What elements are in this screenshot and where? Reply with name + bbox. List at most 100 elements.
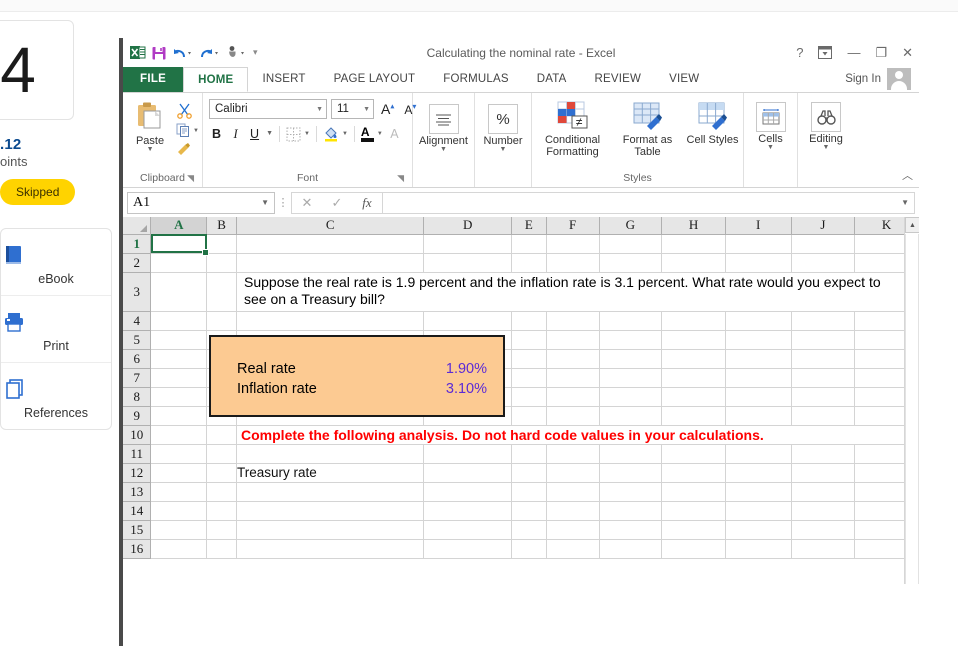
cell-I15[interactable]: [725, 520, 791, 539]
cell-F14[interactable]: [546, 501, 599, 520]
cell-A16[interactable]: [151, 539, 207, 558]
cell-I14[interactable]: [725, 501, 791, 520]
cell-I16[interactable]: [725, 539, 791, 558]
column-header-d[interactable]: D: [424, 217, 512, 234]
cell-F5[interactable]: [546, 330, 599, 349]
cell-I11[interactable]: [725, 444, 791, 463]
chevron-down-icon[interactable]: ▼: [500, 147, 507, 153]
cell-J9[interactable]: [791, 406, 855, 425]
italic-button[interactable]: I: [228, 127, 243, 142]
cell-E1[interactable]: [511, 234, 546, 253]
cell-G13[interactable]: [599, 482, 662, 501]
undo-icon[interactable]: [172, 45, 194, 61]
column-header-f[interactable]: F: [546, 217, 599, 234]
alignment-button[interactable]: Alignment ▼: [416, 104, 472, 153]
cell-B2[interactable]: [207, 253, 237, 272]
cell-A1[interactable]: [151, 234, 207, 253]
enter-formula-button[interactable]: ✓: [322, 195, 352, 211]
cell-J1[interactable]: [791, 234, 855, 253]
cell-E14[interactable]: [511, 501, 546, 520]
cell-I13[interactable]: [725, 482, 791, 501]
cell-F2[interactable]: [546, 253, 599, 272]
cell-B1[interactable]: [207, 234, 237, 253]
scrollbar-track[interactable]: [905, 234, 919, 609]
tab-insert[interactable]: INSERT: [248, 67, 319, 92]
cell-C15[interactable]: [237, 520, 424, 539]
cell-C3[interactable]: Suppose the real rate is 1.9 percent and…: [237, 272, 919, 311]
row-header-8[interactable]: 8: [123, 387, 151, 406]
cell-G16[interactable]: [599, 539, 662, 558]
cell-H12[interactable]: [662, 463, 726, 482]
chevron-down-icon[interactable]: ▼: [823, 145, 830, 151]
cell-C10[interactable]: Complete the following analysis. Do not …: [237, 425, 919, 444]
cell-A13[interactable]: [151, 482, 207, 501]
editing-button[interactable]: Editing ▼: [802, 102, 850, 151]
cell-D12-answer-input[interactable]: [424, 463, 512, 482]
redo-icon[interactable]: [199, 45, 221, 61]
tab-file[interactable]: FILE: [123, 67, 183, 92]
cell-G1[interactable]: [599, 234, 662, 253]
cell-I12[interactable]: [725, 463, 791, 482]
column-header-i[interactable]: I: [725, 217, 791, 234]
cell-I2[interactable]: [725, 253, 791, 272]
cell-J4[interactable]: [791, 311, 855, 330]
cell-I8[interactable]: [725, 387, 791, 406]
cell-F11[interactable]: [546, 444, 599, 463]
format-as-table-button[interactable]: Format as Table: [617, 100, 679, 158]
cell-B3[interactable]: [207, 272, 237, 311]
row-header-2[interactable]: 2: [123, 253, 151, 272]
cell-H11[interactable]: [662, 444, 726, 463]
chevron-down-icon[interactable]: ▼: [901, 198, 909, 207]
sign-in-area[interactable]: Sign In: [845, 68, 911, 90]
cell-F7[interactable]: [546, 368, 599, 387]
sidebar-item-references[interactable]: References: [1, 363, 111, 429]
cell-E6[interactable]: [511, 349, 546, 368]
cell-G6[interactable]: [599, 349, 662, 368]
cell-E7[interactable]: [511, 368, 546, 387]
cell-J14[interactable]: [791, 501, 855, 520]
cell-F1[interactable]: [546, 234, 599, 253]
cell-G15[interactable]: [599, 520, 662, 539]
row-header-15[interactable]: 15: [123, 520, 151, 539]
cell-A11[interactable]: [151, 444, 207, 463]
font-color-button[interactable]: A ▼: [361, 126, 383, 142]
cell-styles-button[interactable]: Cell Styles: [685, 100, 741, 146]
column-header-a[interactable]: A: [151, 217, 207, 234]
cell-H15[interactable]: [662, 520, 726, 539]
tab-formulas[interactable]: FORMULAS: [429, 67, 523, 92]
cell-B12[interactable]: [207, 463, 237, 482]
cell-C2[interactable]: [237, 253, 424, 272]
cell-I6[interactable]: [725, 349, 791, 368]
tab-view[interactable]: VIEW: [655, 67, 713, 92]
cell-J7[interactable]: [791, 368, 855, 387]
cell-F16[interactable]: [546, 539, 599, 558]
cell-H4[interactable]: [662, 311, 726, 330]
cell-E4[interactable]: [511, 311, 546, 330]
fill-color-button[interactable]: ▼: [323, 126, 348, 142]
cell-J2[interactable]: [791, 253, 855, 272]
cell-H2[interactable]: [662, 253, 726, 272]
cell-J11[interactable]: [791, 444, 855, 463]
cell-B15[interactable]: [207, 520, 237, 539]
cell-C4[interactable]: [237, 311, 424, 330]
cell-H6[interactable]: [662, 349, 726, 368]
cell-A10[interactable]: [151, 425, 207, 444]
cell-J16[interactable]: [791, 539, 855, 558]
number-button[interactable]: % Number ▼: [477, 104, 529, 153]
cell-F9[interactable]: [546, 406, 599, 425]
row-header-3[interactable]: 3: [123, 272, 151, 311]
minimize-button[interactable]: —: [847, 45, 860, 60]
cell-F15[interactable]: [546, 520, 599, 539]
cell-B16[interactable]: [207, 539, 237, 558]
cell-C14[interactable]: [237, 501, 424, 520]
row-header-1[interactable]: 1: [123, 234, 151, 253]
cell-F6[interactable]: [546, 349, 599, 368]
tab-data[interactable]: DATA: [523, 67, 581, 92]
clipboard-dialog-launcher-icon[interactable]: ◥: [187, 173, 194, 184]
cell-C16[interactable]: [237, 539, 424, 558]
cell-J15[interactable]: [791, 520, 855, 539]
cell-H1[interactable]: [662, 234, 726, 253]
cell-G12[interactable]: [599, 463, 662, 482]
cell-I5[interactable]: [725, 330, 791, 349]
cell-J6[interactable]: [791, 349, 855, 368]
